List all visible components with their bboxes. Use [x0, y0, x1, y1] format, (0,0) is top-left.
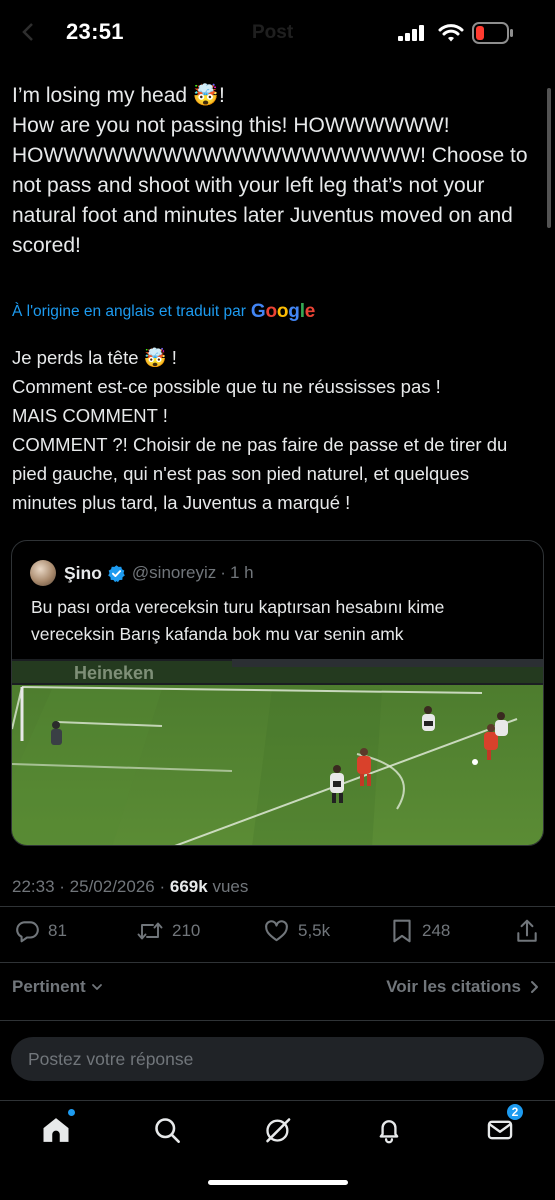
bottom-tab-bar: 2 [0, 1100, 555, 1200]
bookmark-button[interactable]: 248 [390, 918, 450, 944]
messages-badge: 2 [506, 1103, 524, 1121]
quoted-author-handle: @sinoreyiz [131, 563, 217, 582]
tweet-text: I’m losing my head 🤯! How are you not pa… [12, 84, 528, 257]
status-time: 23:51 [66, 19, 124, 44]
tab-grok[interactable] [258, 1110, 298, 1150]
quoted-post-video[interactable]: Heineken [12, 659, 543, 845]
bookmark-count: 248 [422, 921, 451, 940]
back-icon[interactable] [18, 21, 40, 43]
divider [0, 962, 555, 963]
views-count[interactable]: 669k [170, 877, 208, 896]
reply-composer [0, 1024, 555, 1100]
chevron-down-icon [91, 984, 102, 990]
separator-dot: · [159, 877, 170, 896]
football-pitch-image: Heineken [12, 659, 543, 845]
quoted-post-age: 1 h [229, 563, 254, 582]
scrollbar[interactable] [547, 88, 551, 228]
tab-messages[interactable]: 2 [480, 1103, 524, 1150]
separator-dot: · [220, 563, 226, 582]
wifi-icon [438, 24, 464, 42]
tab-notifications[interactable] [369, 1110, 409, 1150]
like-icon [265, 920, 288, 942]
view-quotes-link[interactable]: Voir les citations [386, 977, 541, 997]
home-indicator [208, 1180, 348, 1185]
reply-count: 81 [48, 921, 67, 940]
quoted-author-name: Şino [64, 562, 102, 583]
signal-icon [398, 25, 424, 41]
battery-icon [472, 22, 513, 44]
header-title: Post [252, 22, 294, 43]
home-notification-dot [68, 1109, 75, 1116]
google-logo: Google [250, 301, 316, 322]
separator-dot: · [59, 877, 70, 896]
divider [0, 906, 555, 907]
like-count: 5,5k [298, 921, 331, 940]
sort-dropdown[interactable]: Pertinent [12, 977, 104, 997]
quoted-post-header: Şino @sinoreyiz · 1 h [30, 560, 254, 586]
repost-count: 210 [172, 921, 201, 940]
search-icon [155, 1118, 180, 1143]
post-time: 22:33 [12, 877, 55, 896]
ball [472, 759, 478, 765]
post-date: 25/02/2026 [69, 877, 155, 896]
chevron-right-icon [531, 981, 538, 993]
share-button[interactable] [515, 918, 547, 944]
quoted-post-text: Bu pası orda vereceksin turu kaptırsan h… [31, 597, 445, 644]
action-bar: 81 210 5,5k 248 [0, 918, 555, 952]
views-label: vues [212, 877, 249, 896]
post-meta: 22:33 · 25/02/2026 · 669k vues [12, 877, 248, 897]
divider [0, 1020, 555, 1021]
home-icon [43, 1118, 69, 1142]
reply-button[interactable]: 81 [14, 918, 67, 944]
quoted-post[interactable]: Şino @sinoreyiz · 1 h Bu pası orda verec… [11, 540, 544, 846]
messages-icon [487, 1120, 513, 1140]
grok-icon [266, 1118, 291, 1143]
translation-note-label: À l'origine en anglais et traduit par [12, 303, 246, 320]
status-bar: 23:51 Post [0, 0, 555, 66]
verified-icon [108, 564, 125, 582]
view-quotes-label: Voir les citations [386, 977, 521, 996]
repost-icon [137, 922, 163, 940]
ad-board-text: Heineken [74, 663, 154, 683]
translated-text: Je perds la tête 🤯 ! Comment est-ce poss… [12, 347, 508, 513]
avatar [30, 560, 56, 586]
reply-input[interactable] [11, 1037, 544, 1081]
like-button[interactable]: 5,5k [263, 918, 330, 944]
tab-search[interactable] [147, 1110, 187, 1150]
share-icon [517, 919, 537, 942]
bookmark-icon [393, 919, 411, 943]
sort-label: Pertinent [12, 977, 86, 996]
reply-icon [16, 921, 39, 943]
translation-note[interactable]: À l'origine en anglais et traduit par Go… [12, 301, 315, 323]
notifications-icon [379, 1120, 399, 1144]
repost-button[interactable]: 210 [136, 918, 200, 944]
tab-home[interactable] [36, 1109, 76, 1150]
